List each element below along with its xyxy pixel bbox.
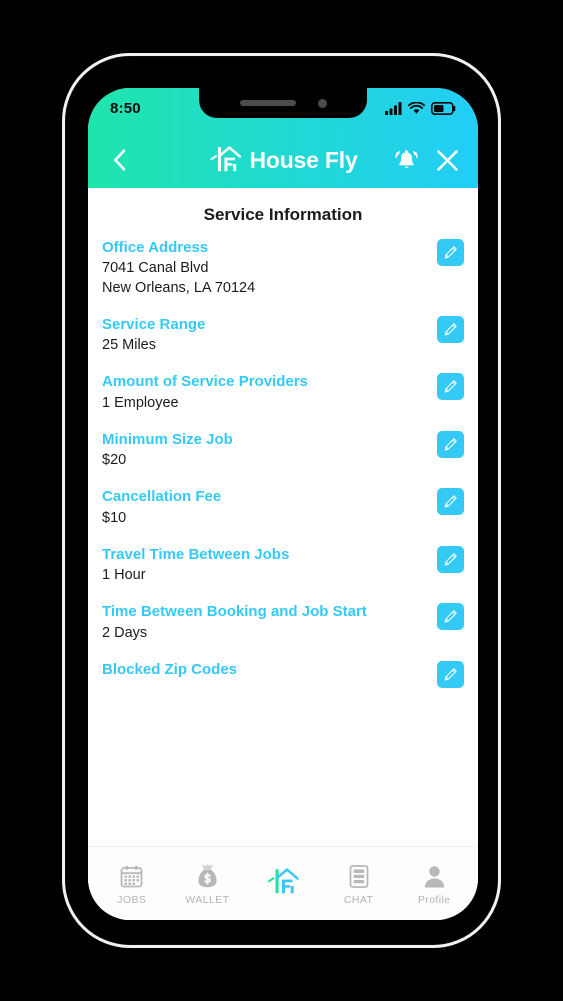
- info-row-0: Office Address 7041 Canal Blvd New Orlea…: [102, 238, 464, 315]
- close-icon: [437, 149, 458, 171]
- tab-jobs[interactable]: JOBS: [100, 862, 164, 906]
- info-label: Amount of Service Providers: [102, 373, 308, 391]
- info-row-6: Time Between Booking and Job Start 2 Day…: [102, 602, 464, 660]
- bottom-tab-bar: JOBS WALLET CHAT Profile: [88, 846, 478, 920]
- info-text: Amount of Service Providers 1 Employee: [102, 372, 425, 413]
- info-label: Minimum Size Job: [102, 430, 233, 448]
- chat-list-icon: [349, 864, 368, 888]
- header-actions: [394, 148, 460, 173]
- status-time: 8:50: [110, 99, 141, 117]
- edit-button-3[interactable]: [437, 430, 464, 458]
- info-text: Time Between Booking and Job Start 2 Day…: [102, 602, 425, 643]
- info-label: Cancellation Fee: [102, 488, 222, 506]
- info-label: Time Between Booking and Job Start: [102, 603, 367, 621]
- tab-icon-wrap: [195, 862, 220, 889]
- tab-label: JOBS: [117, 893, 147, 906]
- info-text: Cancellation Fee $10: [102, 487, 425, 528]
- info-value: 7041 Canal Blvd New Orleans, LA 70124: [102, 260, 256, 296]
- house-fly-logo-icon: [210, 146, 242, 172]
- info-text: Blocked Zip Codes: [102, 660, 425, 680]
- tab-label: WALLET: [185, 893, 230, 906]
- info-label: Service Range: [102, 315, 206, 333]
- notification-bell-icon: [395, 149, 418, 168]
- info-value: 1 Hour: [102, 567, 146, 584]
- info-label: Travel Time Between Jobs: [102, 545, 290, 563]
- pencil-icon: [444, 380, 457, 393]
- house-fly-logo-icon: [267, 868, 299, 894]
- back-button[interactable]: [106, 147, 132, 173]
- earpiece-speaker: [239, 100, 296, 106]
- pencil-icon: [444, 246, 457, 259]
- chevron-left-icon: [113, 149, 125, 171]
- battery-icon: [431, 101, 456, 115]
- info-value: $20: [102, 452, 127, 469]
- phone-screen: 8:50 House Fly Service Information Offic…: [88, 88, 478, 920]
- tab-home[interactable]: [251, 868, 315, 897]
- pencil-icon: [444, 495, 457, 508]
- front-camera: [317, 98, 327, 108]
- notch: [199, 88, 367, 118]
- status-icons: [385, 101, 456, 115]
- edit-button-7[interactable]: [437, 661, 464, 688]
- tab-label: CHAT: [343, 893, 374, 906]
- edit-button-1[interactable]: [437, 315, 464, 343]
- info-text: Minimum Size Job $20: [102, 430, 425, 471]
- notifications-button[interactable]: [394, 148, 419, 173]
- page-title: Service Information: [203, 205, 363, 224]
- info-text: Service Range 25 Miles: [102, 315, 425, 356]
- signal-icon: [385, 101, 402, 115]
- screen-body: Service Information Office Address 7041 …: [88, 188, 478, 920]
- tab-icon-wrap: [265, 868, 301, 897]
- wifi-icon: [408, 101, 425, 114]
- tab-profile[interactable]: Profile: [402, 862, 466, 906]
- calendar-icon: [120, 865, 143, 887]
- tab-icon-wrap: [119, 862, 144, 889]
- tab-label: Profile: [417, 893, 451, 906]
- edit-button-2[interactable]: [437, 373, 464, 401]
- info-value: $10: [102, 509, 127, 526]
- info-row-5: Travel Time Between Jobs 1 Hour: [102, 545, 464, 603]
- info-text: Office Address 7041 Canal Blvd New Orlea…: [102, 238, 425, 298]
- edit-button-4[interactable]: [437, 488, 464, 516]
- tab-wallet[interactable]: WALLET: [175, 862, 239, 906]
- pencil-icon: [444, 668, 457, 681]
- close-button[interactable]: [435, 148, 460, 173]
- phone-frame: 8:50 House Fly Service Information Offic…: [62, 53, 501, 948]
- pencil-icon: [444, 438, 457, 451]
- brand: House Fly: [208, 145, 358, 175]
- pencil-icon: [444, 323, 457, 336]
- info-row-7: Blocked Zip Codes: [102, 660, 464, 705]
- info-value: 1 Employee: [102, 394, 179, 411]
- pencil-icon: [444, 553, 457, 566]
- tab-icon-wrap: [348, 862, 370, 889]
- edit-button-6[interactable]: [437, 603, 464, 631]
- app-header: House Fly: [88, 132, 478, 188]
- info-row-1: Service Range 25 Miles: [102, 315, 464, 373]
- edit-button-5[interactable]: [437, 545, 464, 573]
- info-value: 2 Days: [102, 624, 148, 641]
- info-text: Travel Time Between Jobs 1 Hour: [102, 545, 425, 586]
- info-row-2: Amount of Service Providers 1 Employee: [102, 372, 464, 430]
- status-bar: 8:50: [88, 88, 478, 132]
- edit-button-0[interactable]: [437, 239, 464, 266]
- brand-name: House Fly: [249, 146, 358, 173]
- pencil-icon: [444, 610, 457, 624]
- info-row-3: Minimum Size Job $20: [102, 430, 464, 488]
- tab-icon-wrap: [422, 862, 447, 889]
- tab-chat[interactable]: CHAT: [327, 862, 391, 906]
- person-icon: [424, 865, 444, 887]
- info-label: Office Address: [102, 239, 209, 256]
- info-row-4: Cancellation Fee $10: [102, 487, 464, 545]
- info-label: Blocked Zip Codes: [102, 661, 238, 678]
- info-value: 25 Miles: [102, 337, 156, 354]
- screenshot-stage: 8:50 House Fly Service Information Offic…: [0, 0, 563, 1001]
- money-bag-icon: [198, 863, 217, 887]
- service-information-list: Office Address 7041 Canal Blvd New Orlea…: [88, 238, 478, 846]
